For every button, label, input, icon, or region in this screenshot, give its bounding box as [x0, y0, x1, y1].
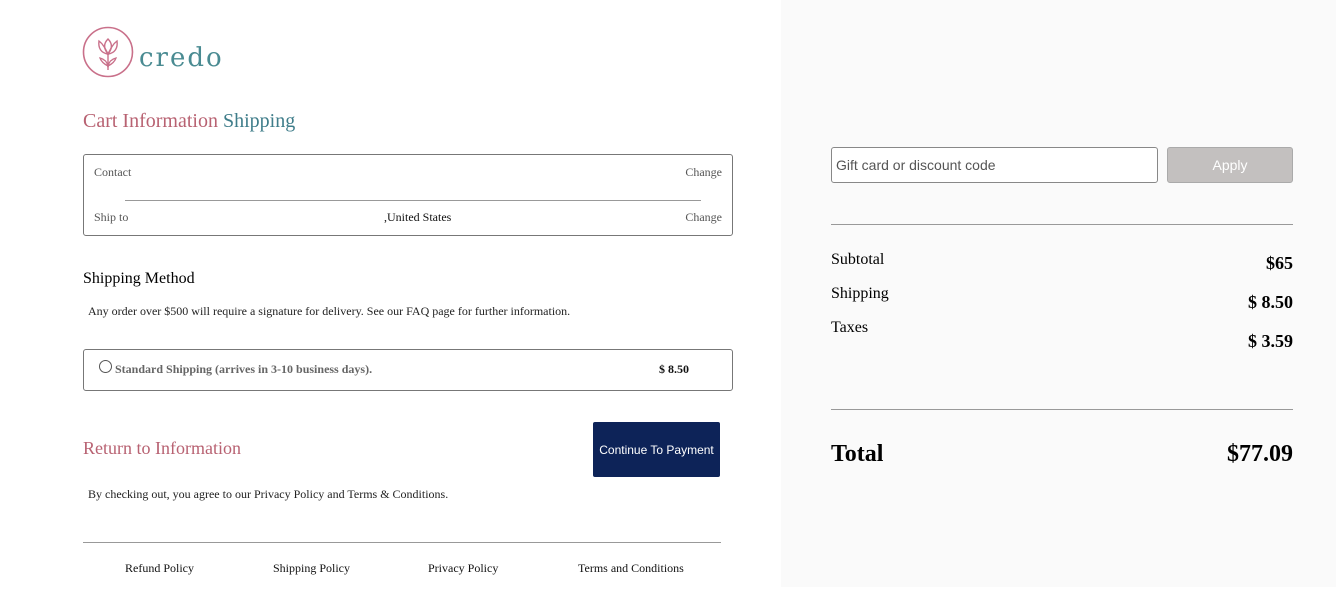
- shipping-rate-label: Standard Shipping (arrives in 3-10 busin…: [115, 362, 373, 376]
- footer-shipping-policy-link[interactable]: Shipping Policy: [273, 561, 350, 576]
- contact-change-link[interactable]: Change: [685, 165, 722, 180]
- footer-privacy-policy-link[interactable]: Privacy Policy: [428, 561, 498, 576]
- summary-divider-bottom: [831, 409, 1293, 410]
- breadcrumb-cart-information[interactable]: Cart Information: [83, 110, 218, 132]
- ship-to-value: ,United States: [384, 210, 452, 224]
- customer-info-box: Contact Change Ship to ,United States Ch…: [83, 154, 733, 236]
- shipping-method-title: Shipping Method: [83, 270, 195, 287]
- return-to-information-link[interactable]: Return to Information: [83, 438, 241, 459]
- discount-code-input[interactable]: [831, 147, 1158, 183]
- apply-discount-button[interactable]: Apply: [1167, 147, 1293, 183]
- shipping-signature-note: Any order over $500 will require a signa…: [88, 304, 571, 318]
- continue-to-payment-button[interactable]: Continue To Payment: [593, 422, 720, 477]
- order-summary-panel: Apply Subtotal $65 Shipping $ 8.50 Taxes…: [781, 0, 1336, 587]
- taxes-label: Taxes: [831, 319, 869, 336]
- total-label: Total: [831, 441, 884, 467]
- checkout-main-panel: credo Cart Information Shipping Contact …: [0, 0, 781, 597]
- summary-divider-top: [831, 224, 1293, 225]
- brand-name: credo: [139, 43, 224, 73]
- footer-refund-policy-link[interactable]: Refund Policy: [125, 561, 194, 576]
- shipping-value: $ 8.50: [1248, 292, 1293, 312]
- checkout-agreement-text: By checking out, you agree to our Privac…: [88, 487, 449, 501]
- shipping-rate-radio[interactable]: [99, 360, 112, 373]
- breadcrumb-shipping: Shipping: [222, 110, 296, 132]
- brand-logo[interactable]: credo: [82, 26, 232, 80]
- shipping-rate-option[interactable]: Standard Shipping (arrives in 3-10 busin…: [83, 349, 733, 391]
- subtotal-label: Subtotal: [831, 251, 885, 268]
- tulip-logo-icon: [82, 26, 134, 78]
- footer-terms-link[interactable]: Terms and Conditions: [578, 561, 684, 576]
- shipping-label: Shipping: [831, 285, 889, 302]
- ship-to-change-link[interactable]: Change: [685, 210, 722, 225]
- ship-to-label: Ship to: [94, 210, 129, 224]
- taxes-value: $ 3.59: [1248, 331, 1293, 351]
- breadcrumb: Cart Information Shipping: [83, 110, 295, 133]
- shipping-rate-price: $ 8.50: [659, 362, 689, 376]
- total-value: $77.09: [1227, 441, 1293, 467]
- subtotal-value: $65: [1266, 253, 1293, 273]
- info-divider: [125, 200, 701, 201]
- contact-label: Contact: [94, 165, 132, 179]
- footer-divider: [83, 542, 721, 543]
